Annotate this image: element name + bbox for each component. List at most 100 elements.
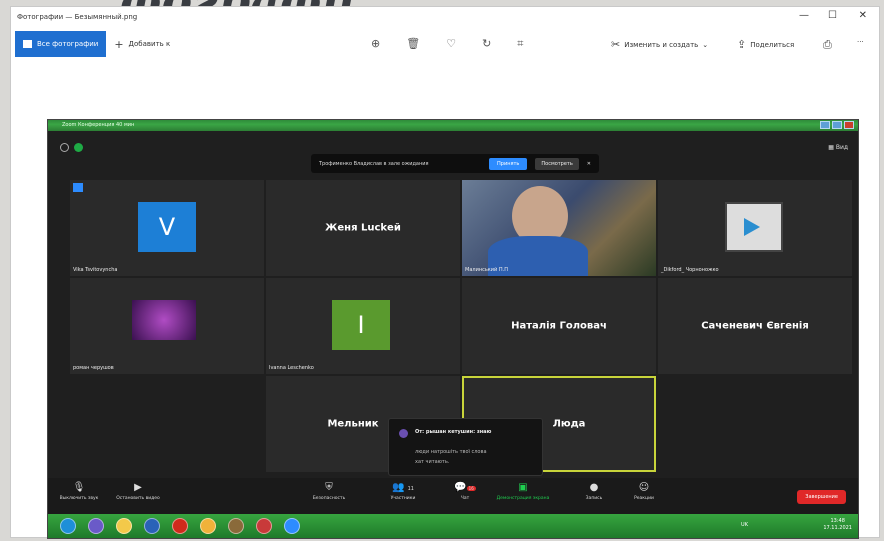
record-control: ● Запись xyxy=(574,482,614,501)
participant-name-center: Саченевич Євгенія xyxy=(701,320,809,332)
reactions-label: Реакции xyxy=(634,496,654,501)
security-shield-icon xyxy=(74,143,83,152)
participant-tile: Наталія Головач xyxy=(462,278,656,374)
camera-icon: ▶ xyxy=(134,482,142,493)
participant-name: Ivanna Leschenko xyxy=(269,365,314,371)
print-button[interactable]: ⎙ xyxy=(823,38,832,52)
chat-popup: От: рышан кетушин: знаю люди натрошіть т… xyxy=(388,418,543,476)
avatar-letter: V xyxy=(158,213,176,241)
favorite-icon[interactable]: ♡ xyxy=(446,37,456,51)
play-icon xyxy=(744,218,760,236)
participants-control: 👥 11 Участники xyxy=(378,482,428,501)
rotate-icon[interactable]: ↻ xyxy=(482,37,491,51)
record-icon: ● xyxy=(589,482,599,493)
delete-icon[interactable]: 🗑 xyxy=(406,37,420,51)
participant-tile: I Ivanna Leschenko xyxy=(266,278,460,374)
edit-create-button[interactable]: ✂ Изменить и создать ⌄ xyxy=(611,38,708,51)
tray-clock: 13:48 17.11.2021 xyxy=(823,518,852,532)
chat-label: Чат xyxy=(460,496,470,501)
zoom-close xyxy=(844,121,854,129)
participant-tile: _Dikford_ Чорноножко xyxy=(658,180,852,276)
microphone-icon: 🎙 xyxy=(72,482,86,493)
photo-album-icon xyxy=(23,40,32,48)
zoom-title-bar: Zoom Конференция 40 мин xyxy=(48,120,858,131)
share-button[interactable]: ⇪ Поделиться xyxy=(737,38,794,51)
folder-icon xyxy=(116,518,132,534)
grid-icon: ▦ xyxy=(828,144,836,151)
photos-window: Фотографии — Безымянный.png — ☐ ✕ Все фо… xyxy=(10,6,880,539)
participant-tile: Саченевич Євгенія xyxy=(658,278,852,374)
print-icon: ⎙ xyxy=(823,38,832,51)
add-to-button[interactable]: + Добавить к xyxy=(106,30,178,58)
share-screen-control: ▣ Демонстрация экрана xyxy=(488,482,558,501)
video-label: Остановить видео xyxy=(116,496,160,501)
participant-tile: роман черушов xyxy=(70,278,264,374)
all-photos-label: Все фотографии xyxy=(37,40,99,48)
participant-name: Малинський П.П xyxy=(465,267,509,273)
avatar: I xyxy=(332,300,390,350)
participant-name: Vika Tsvitovyncha xyxy=(73,267,118,273)
viber-icon xyxy=(88,518,104,534)
share-label: Поделиться xyxy=(750,40,795,49)
avatar: V xyxy=(138,202,196,252)
close-button[interactable]: ✕ xyxy=(859,10,867,21)
see-waiting-button: Посмотреть xyxy=(535,157,579,170)
chat-icon: 💬 16 xyxy=(454,482,476,493)
zoom-screenshot: Zoom Конференция 40 мин ▦ Вид Трофименко… xyxy=(47,119,859,539)
notice-close-icon: ✕ xyxy=(586,160,591,167)
more-button[interactable]: ··· xyxy=(857,38,864,46)
admit-button: Принять xyxy=(489,157,528,170)
zoom-window-controls xyxy=(820,121,854,129)
zoom-app-icon xyxy=(284,518,300,534)
participant-video-tile: Малинський П.П xyxy=(462,180,656,276)
participant-name-center: Женя Luckей xyxy=(325,222,401,234)
windows-taskbar: UK 13:48 17.11.2021 xyxy=(48,514,858,538)
participant-tile: V Vika Tsvitovyncha xyxy=(70,180,264,276)
game-logo-image xyxy=(132,300,196,340)
waiting-room-notice: Трофименко Владислав в зале ожидания При… xyxy=(311,154,599,173)
record-label: Запись xyxy=(585,496,603,501)
waiting-notice-text: Трофименко Владислав в зале ожидания xyxy=(319,160,429,167)
people-icon: 👥 11 xyxy=(391,482,414,493)
participant-tile: Женя Luckей xyxy=(266,180,460,276)
shield-icon: ⛨ xyxy=(325,482,333,493)
video-control: ▶ Остановить видео xyxy=(108,482,168,501)
chevron-down-icon: ⌄ xyxy=(702,40,709,49)
add-to-label: Добавить к xyxy=(128,40,171,48)
chat-avatar-icon xyxy=(399,429,408,438)
info-icon xyxy=(60,143,69,152)
edit-icon: ✂ xyxy=(611,38,621,51)
participant-name: _Dikford_ Чорноножко xyxy=(661,267,719,273)
tray-time: 13:48 xyxy=(830,518,845,524)
share-icon: ⇪ xyxy=(737,38,747,51)
chat-line-2: хат читають. xyxy=(415,459,450,465)
start-icon xyxy=(60,518,76,534)
window-title: Фотографии — Безымянный.png xyxy=(17,13,138,21)
view-button: ▦ Вид xyxy=(828,144,848,151)
security-label: Безопасность xyxy=(312,496,346,501)
pin-icon xyxy=(73,183,83,192)
security-control: ⛨ Безопасность xyxy=(304,482,354,501)
app-icon xyxy=(228,518,244,534)
chrome-icon xyxy=(200,518,216,534)
reactions-control: ☺ Реакции xyxy=(624,482,664,501)
chat-line-1: люди натрошіть твої слова xyxy=(415,449,487,455)
mute-label: Выключить звук xyxy=(59,496,99,501)
maximize-button[interactable]: ☐ xyxy=(828,10,837,21)
chat-badge: 16 xyxy=(466,486,476,491)
view-label: Вид xyxy=(835,144,848,151)
tray-date: 17.11.2021 xyxy=(823,525,852,531)
crop-icon[interactable]: ⌗ xyxy=(517,37,523,51)
opera-icon xyxy=(172,518,188,534)
smiley-icon: ☺ xyxy=(638,482,650,493)
participants-count: 11 xyxy=(407,486,414,492)
minimize-button[interactable]: — xyxy=(799,10,809,21)
image-tools: ⊕ 🗑 ♡ ↻ ⌗ xyxy=(371,37,523,51)
all-photos-button[interactable]: Все фотографии xyxy=(15,31,107,57)
zoom-maximize xyxy=(832,121,842,129)
participant-name-center: Наталія Головач xyxy=(511,320,607,332)
end-meeting-button: Завершение xyxy=(797,490,846,504)
word-icon xyxy=(144,518,160,534)
zoom-icon[interactable]: ⊕ xyxy=(371,37,380,51)
title-bar: Фотографии — Безымянный.png — ☐ ✕ xyxy=(11,7,879,27)
